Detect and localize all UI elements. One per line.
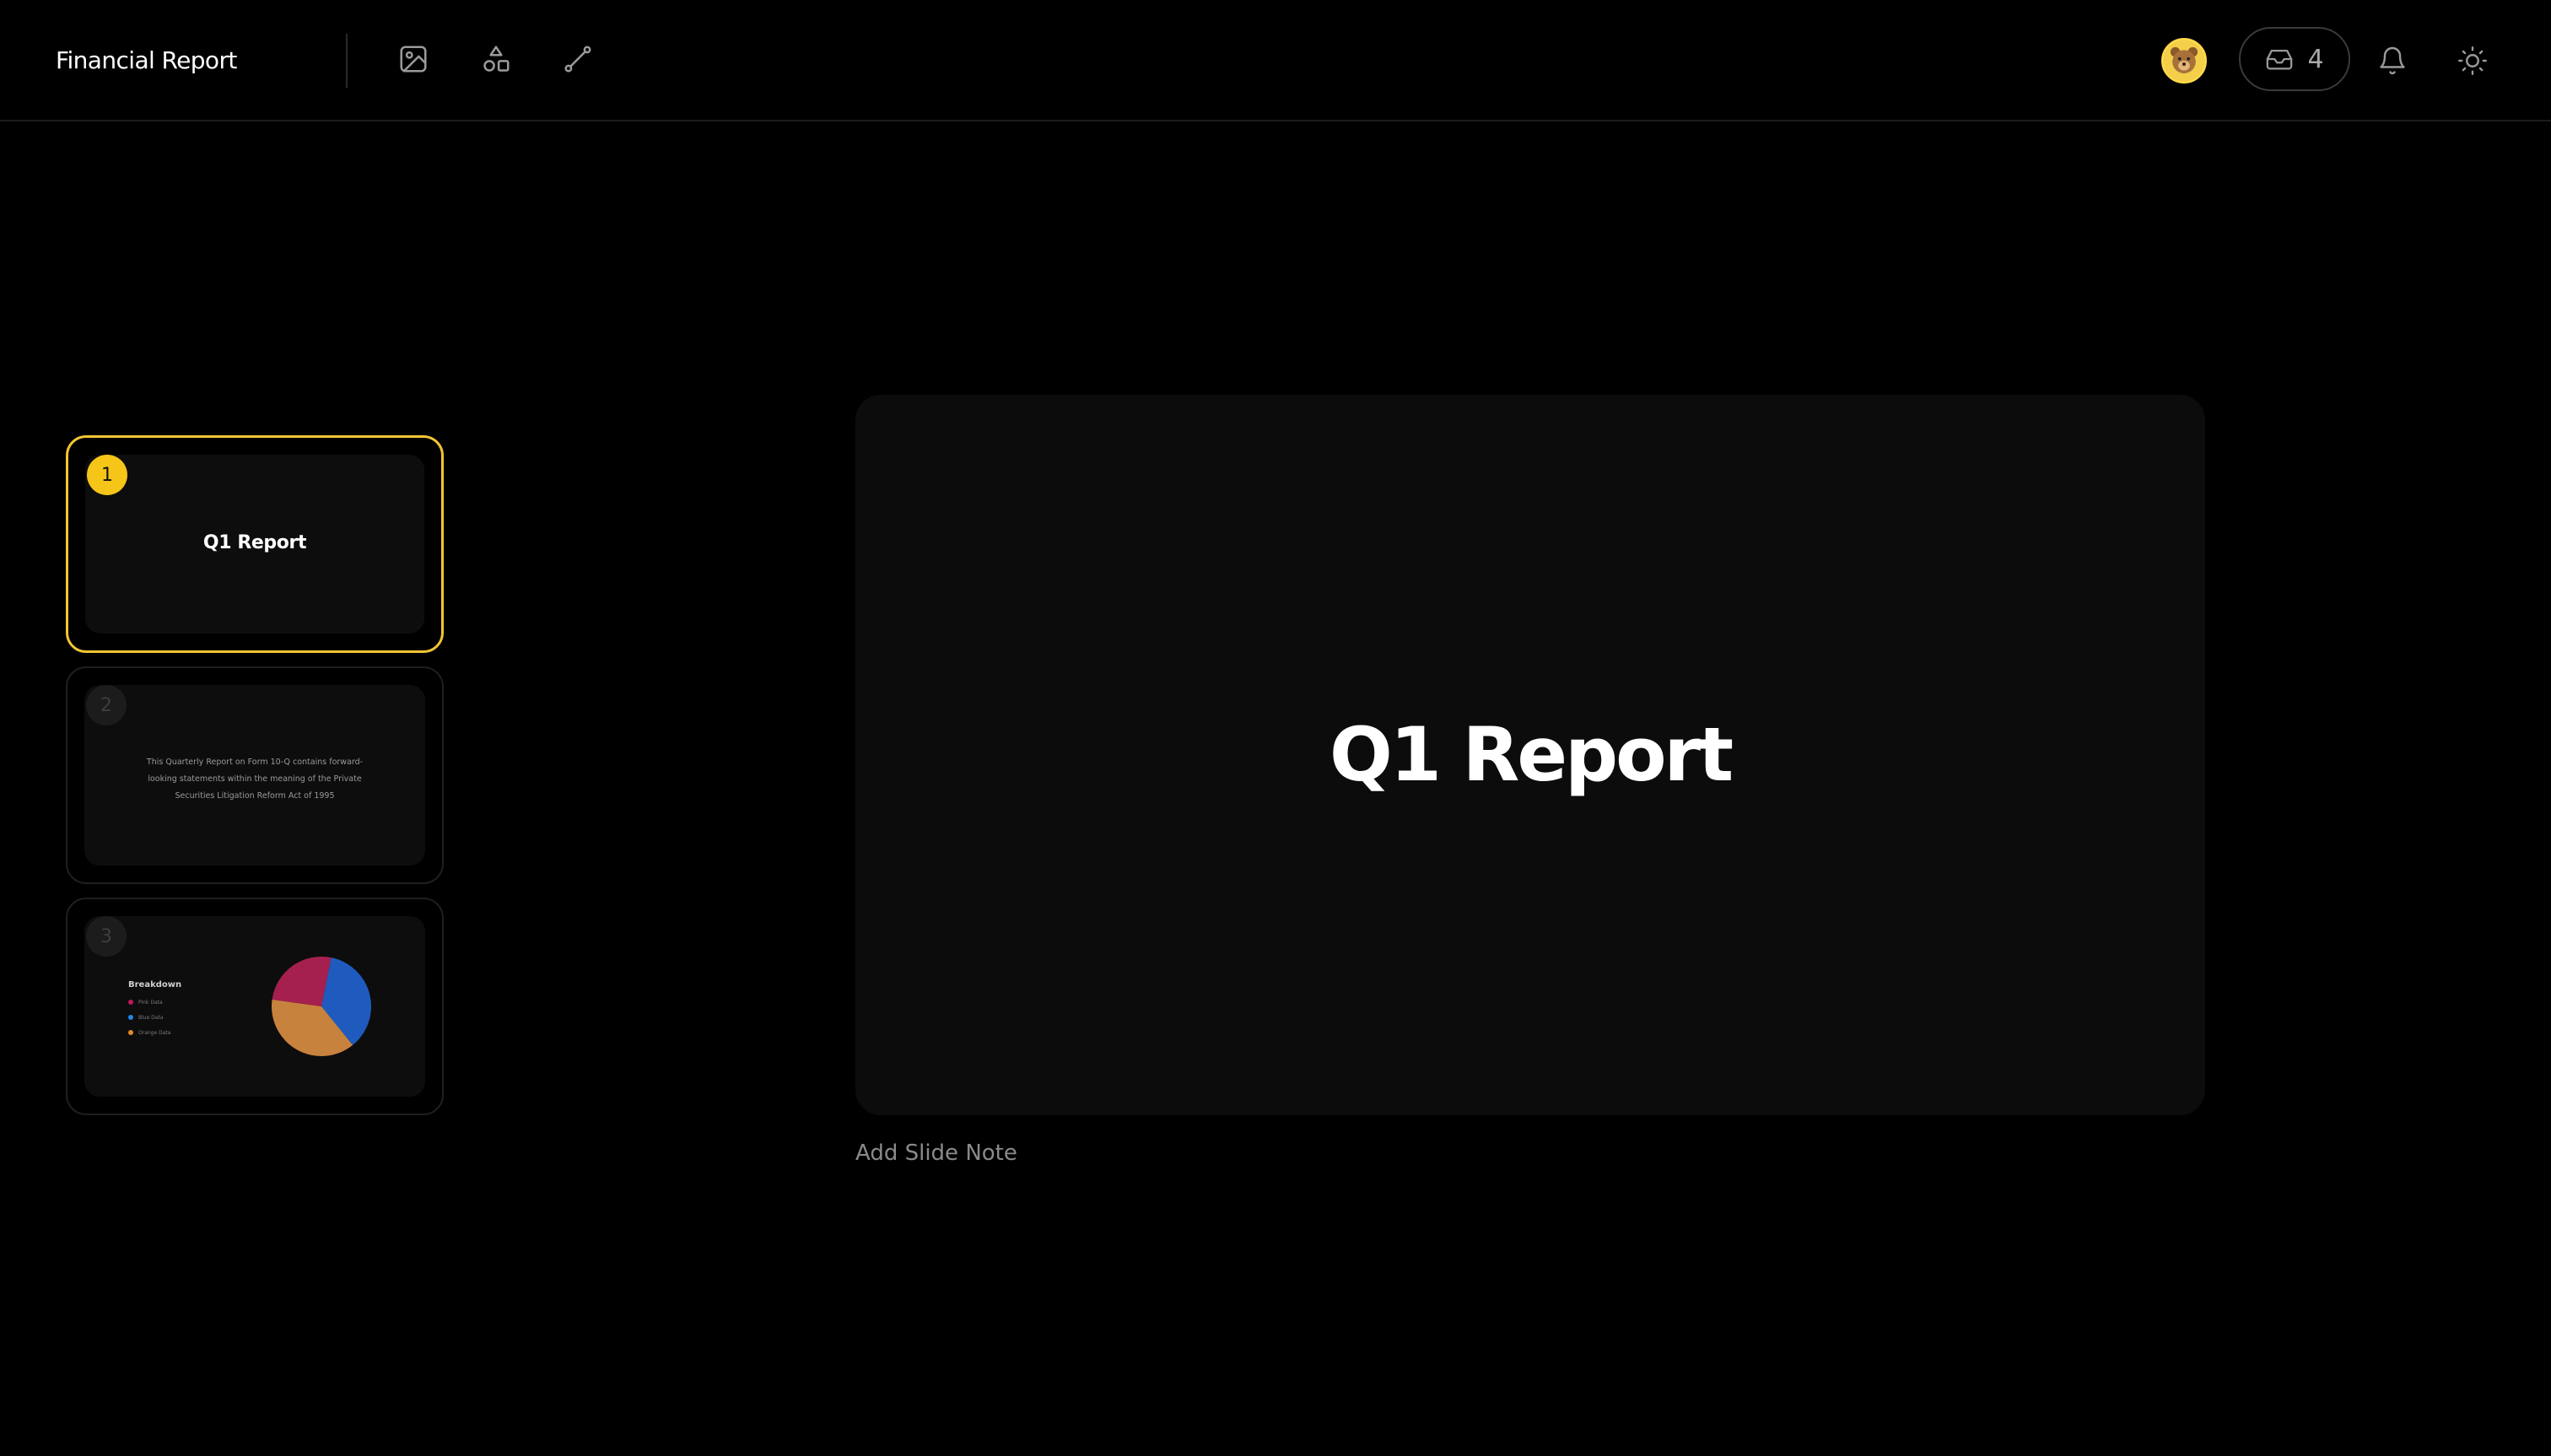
legend-dot xyxy=(128,1000,133,1005)
app: Financial Report 4 1 Q1 Report 2 This Qu… xyxy=(0,0,2551,1456)
legend-label: Orange Data xyxy=(138,1029,171,1036)
notifications-button[interactable] xyxy=(2369,37,2416,84)
slide-number-badge: 2 xyxy=(86,685,127,725)
document-title[interactable]: Financial Report xyxy=(56,42,237,79)
image-icon xyxy=(400,46,427,73)
bear-avatar-icon xyxy=(2165,41,2203,80)
slide-title[interactable]: Q1 Report xyxy=(855,709,2205,801)
slide-thumbnail-1[interactable]: 1 Q1 Report xyxy=(66,435,444,653)
theme-toggle-button[interactable] xyxy=(2449,37,2496,84)
insert-line-button[interactable] xyxy=(553,34,603,84)
top-toolbar: Financial Report 4 xyxy=(0,0,2551,121)
legend-dot xyxy=(128,1015,133,1020)
legend-label: Pink Data xyxy=(138,999,163,1006)
slide-thumbnail-3[interactable]: 3 Breakdown Pink Data Blue Data Orange D… xyxy=(66,898,444,1115)
line-icon xyxy=(564,46,591,73)
insert-shape-button[interactable] xyxy=(471,34,521,84)
inbox-button[interactable]: 4 xyxy=(2239,27,2350,91)
mini-legend-item: Blue Data xyxy=(128,1010,181,1025)
slide-note-input[interactable]: Add Slide Note xyxy=(855,1141,1017,1166)
slide-number-badge: 1 xyxy=(87,455,127,495)
toolbar-divider xyxy=(346,34,348,88)
legend-dot xyxy=(128,1030,133,1035)
sun-icon xyxy=(2458,46,2487,75)
slide-thumbnail-2[interactable]: 2 This Quarterly Report on Form 10-Q con… xyxy=(66,666,444,884)
mini-legend-item: Pink Data xyxy=(128,995,181,1010)
mini-pie-chart xyxy=(272,957,371,1056)
slide-canvas[interactable]: Q1 Report xyxy=(855,395,2205,1115)
shapes-icon xyxy=(483,46,510,72)
slide-preview: This Quarterly Report on Form 10-Q conta… xyxy=(84,685,425,866)
pie-slice xyxy=(272,957,332,1006)
inbox-count: 4 xyxy=(2307,44,2324,74)
slide-preview-title: Q1 Report xyxy=(202,532,307,553)
mini-chart-legend: Breakdown Pink Data Blue Data Orange Dat… xyxy=(128,980,181,1040)
insert-image-button[interactable] xyxy=(388,34,439,84)
slide-preview: Q1 Report xyxy=(85,455,424,634)
slide-preview-text: This Quarterly Report on Form 10-Q conta… xyxy=(146,758,364,801)
slide-preview: Breakdown Pink Data Blue Data Orange Dat… xyxy=(84,916,425,1097)
bell-icon xyxy=(2380,46,2405,75)
avatar[interactable] xyxy=(2161,38,2207,84)
mini-legend-title: Breakdown xyxy=(128,980,182,990)
legend-label: Blue Data xyxy=(138,1014,164,1021)
slide-number-badge: 3 xyxy=(86,916,127,957)
inbox-icon xyxy=(2267,49,2293,70)
mini-legend-item: Orange Data xyxy=(128,1025,181,1040)
